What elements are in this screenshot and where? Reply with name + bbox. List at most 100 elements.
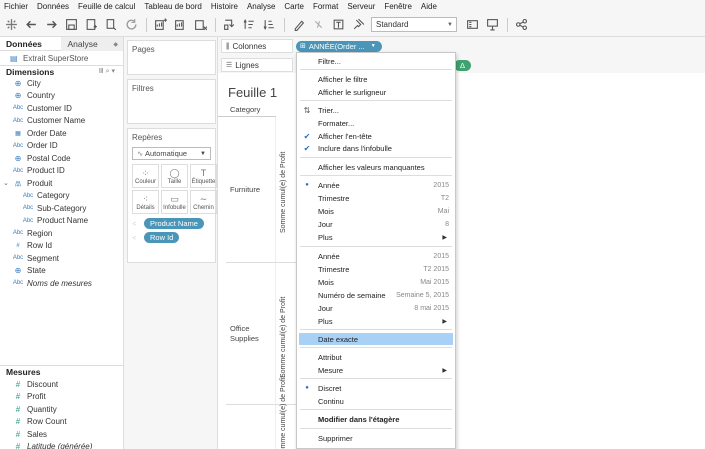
axis-label[interactable]: Somme cumul(e) de Profit [280,297,287,378]
new-datasource-icon[interactable] [84,18,98,32]
menu-item[interactable]: Trimestre T2 2015 [297,263,455,275]
tab-data[interactable]: Données [0,37,61,51]
measure-field[interactable]: # Discount [0,378,123,391]
menu-item[interactable]: Formater... [297,117,455,129]
menu-analyse[interactable]: Analyse [247,2,275,11]
presentation-mode-icon[interactable] [485,18,499,32]
pages-card[interactable]: Pages [127,40,216,75]
path-button[interactable]: ∼ Chemin [190,190,217,214]
menu-feuille-de-calcul[interactable]: Feuille de calcul [78,2,135,11]
size-button[interactable]: ◯ Taille [161,164,188,188]
category-header[interactable]: Category [218,105,276,117]
menu-item[interactable]: Continu [297,395,455,407]
columns-shelf[interactable]: ||| Colonnes ⊞ ANNÉE(Order ... ▼ [221,39,382,53]
dimension-field[interactable]: Abc Order ID [0,140,123,153]
dimension-field[interactable]: ⊕ State [0,265,123,278]
menu-item[interactable]: Plus ▶ [297,315,455,327]
show-mark-labels-icon[interactable] [331,18,345,32]
new-worksheet-icon[interactable] [153,18,167,32]
axis-label[interactable]: Somme cumul(e) de Profit [280,152,287,233]
dimension-field[interactable]: Abc Customer ID [0,102,123,115]
measure-field[interactable]: # Latitude (générée) [0,441,123,449]
menu-item[interactable]: Trimestre T2 [297,192,455,204]
menu-item[interactable]: ✔ Inclure dans l'infobulle [297,142,455,154]
menu-aide[interactable]: Aide [421,2,437,11]
menu-item[interactable]: Mois Mai [297,205,455,217]
dimension-field[interactable]: Abc Product ID [0,165,123,178]
chevron-down-icon[interactable]: ▾ [111,68,117,75]
color-button[interactable]: ⁘ Couleur [132,164,159,188]
dimension-field[interactable]: Abc Segment [0,252,123,265]
product-name-pill[interactable]: Product Name [144,218,204,229]
fix-axes-icon[interactable] [351,18,365,32]
show-cards-icon[interactable] [465,18,479,32]
fit-select[interactable]: Standard ▼ [371,17,457,32]
category-office-supplies[interactable]: Office Supplies [230,324,270,344]
rows-pill[interactable]: Δ [454,60,472,71]
mark-type-select[interactable]: ∿ Automatique ▼ [132,147,211,160]
share-icon[interactable] [514,18,528,32]
dimension-field[interactable]: Abc Customer Name [0,115,123,128]
sheet-title[interactable]: Feuille 1 [228,85,277,100]
menu-item[interactable]: ✔ Afficher l'en-tête [297,130,455,142]
row-id-pill[interactable]: Row Id [144,232,180,243]
menu-item[interactable]: Mesure ▶ [297,364,455,376]
pause-updates-icon[interactable] [104,18,118,32]
dimension-field[interactable]: Abc Noms de mesures [0,277,123,290]
tooltip-button[interactable]: ▭ Infobulle [161,190,188,214]
collapse-pane-icon[interactable]: ◆ [113,41,118,48]
dimension-field[interactable]: # Row Id [0,240,123,253]
menu-item[interactable]: ⇅ Trier... [297,104,455,116]
forward-arrow-icon[interactable] [44,18,58,32]
group-members-icon[interactable] [311,18,325,32]
dimension-field[interactable]: ⊕ Postal Code [0,152,123,165]
swap-rows-columns-icon[interactable] [222,18,236,32]
dimension-field[interactable]: ⊕ City [0,77,123,90]
dimension-field[interactable]: ⌄ 品 Produit [0,177,123,190]
dimension-field[interactable]: Abc Region [0,227,123,240]
chevron-down-icon[interactable]: ⌄ [3,179,12,187]
menu-format[interactable]: Format [313,2,338,11]
menu-tableau-de-bord[interactable]: Tableau de bord [144,2,201,11]
axis-label[interactable]: Somme cumul(e) de Profit [280,376,287,449]
filters-card[interactable]: Filtres [127,79,216,124]
refresh-icon[interactable] [124,18,138,32]
measure-field[interactable]: # Sales [0,428,123,441]
menu-serveur[interactable]: Serveur [347,2,375,11]
menu-item[interactable]: ● Année 2015 [297,179,455,191]
menu-item[interactable]: Attribut [297,351,455,363]
menu-item[interactable]: Jour 8 [297,218,455,230]
rows-shelf[interactable]: ☰ Lignes [221,58,293,72]
measure-field[interactable]: # Row Count [0,416,123,429]
clear-sheet-icon[interactable] [193,18,207,32]
datasource-item[interactable]: ▤ Extrait SuperStore [0,51,123,65]
menu-item[interactable]: Mois Mai 2015 [297,276,455,288]
view-as-list-icon[interactable]: Ⅲ [99,68,106,75]
menu-item[interactable]: Filtre... [297,55,455,67]
menu-item[interactable]: Année 2015 [297,250,455,262]
menu-fichier[interactable]: Fichier [4,2,28,11]
menu-item[interactable]: Modifier dans l'étagère [297,413,455,425]
tab-analysis[interactable]: Analyse ◆ [61,37,123,51]
label-button[interactable]: T Étiquette [190,164,217,188]
dimension-field[interactable]: ▦ Order Date [0,127,123,140]
dimension-field[interactable]: ⊕ Country [0,90,123,103]
highlight-icon[interactable] [291,18,305,32]
save-icon[interactable] [64,18,78,32]
menu-item[interactable]: Afficher les valeurs manquantes [297,161,455,173]
menu-fenetre[interactable]: Fenêtre [384,2,412,11]
menu-carte[interactable]: Carte [284,2,304,11]
menu-item[interactable]: Date exacte [299,333,453,345]
sort-descending-icon[interactable] [262,18,276,32]
menu-item[interactable]: Supprimer [297,432,455,444]
dimension-field[interactable]: Abc Product Name [0,215,123,228]
menu-histoire[interactable]: Histoire [211,2,238,11]
menu-item[interactable]: Afficher le filtre [297,73,455,85]
duplicate-sheet-icon[interactable] [173,18,187,32]
dimension-field[interactable]: Abc Sub-Category [0,202,123,215]
menu-item[interactable]: Jour 8 mai 2015 [297,302,455,314]
menu-item[interactable]: Plus ▶ [297,231,455,243]
sort-ascending-icon[interactable] [242,18,256,32]
tableau-logo-icon[interactable] [4,18,18,32]
measure-field[interactable]: # Profit [0,391,123,404]
